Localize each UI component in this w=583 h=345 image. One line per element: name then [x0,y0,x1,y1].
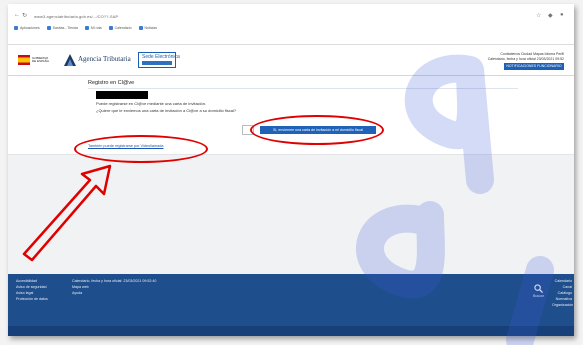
official-button[interactable]: NOTIFICACIONES FUNCIONARIO [504,63,564,70]
bookmark-calendario[interactable]: Calendario [108,26,132,31]
address-bar-row: ← ↻ www3.agenciatributaria.gob.es/.../CO… [8,12,574,24]
footer-links-col4: Calendario Canal Catálogo Normativa Orga… [552,279,574,307]
bookmarks-bar: Aplicaciones Sanitas - Tienda Mi ruta Ca… [14,26,163,31]
highlight-ellipse-link [74,135,208,163]
search-icon[interactable] [534,284,543,293]
extension-icon[interactable]: ◆ [548,12,553,19]
header-links[interactable]: Contáctenos Ciudad Mapas Idioma Perfil C… [488,52,564,62]
footer-links-col1: Accesibilidad Aviso de seguridad Aviso l… [16,279,48,301]
bookmark-noticias[interactable]: Noticias [138,26,157,31]
aeat-name: Agencia Tributaria [78,55,131,63]
footer-links-col2: Calendario, fecha y hora oficial: 23/03/… [72,279,157,295]
spain-flag-icon [18,55,30,65]
info-text: Puede registrarse en Cl@ve mediante una … [96,101,207,106]
gobierno-logo[interactable]: GOBIERNO DE ESPAÑA [18,55,56,65]
grid-icon [14,26,18,31]
highlight-ellipse-button [250,115,384,145]
title-divider [88,88,518,89]
page-title: Registro en Cl@ve [88,80,135,86]
sede-electronica-badge[interactable]: Sede Electrónica [138,52,180,68]
url-field[interactable]: www3.agenciatributaria.gob.es/.../CO??-S… [34,14,118,19]
bookmark-icon [108,26,113,31]
site-header: GOBIERNO DE ESPAÑA Agencia Tributaria Se… [8,45,574,76]
screenshot-frame: ← ↻ www3.agenciatributaria.gob.es/.../CO… [8,4,574,336]
search-label[interactable]: Buscar [533,294,544,298]
aeat-logo-icon[interactable] [64,54,76,66]
back-icon[interactable]: ← [14,12,20,18]
footer-bottom-bar [8,326,574,336]
red-arrow-annotation [22,164,112,262]
bookmark-icon [138,26,143,31]
bookmark-sanitas[interactable]: Sanitas - Tienda [46,26,78,31]
bookmark-apps[interactable]: Aplicaciones [14,26,40,31]
question-text: ¿Quiere que le enviemos una carta de inv… [96,108,237,113]
star-icon[interactable]: ☆ [536,12,541,19]
browser-chrome: ← ↻ www3.agenciatributaria.gob.es/.../CO… [8,4,574,45]
site-footer: Accesibilidad Aviso de seguridad Aviso l… [8,274,574,326]
bookmark-icon [46,26,51,31]
bookmark-ruta[interactable]: Mi ruta [84,26,102,31]
redacted-name [96,91,148,99]
reload-icon[interactable]: ↻ [22,12,27,19]
bookmark-icon [84,26,89,31]
profile-icon[interactable]: ● [560,12,564,18]
